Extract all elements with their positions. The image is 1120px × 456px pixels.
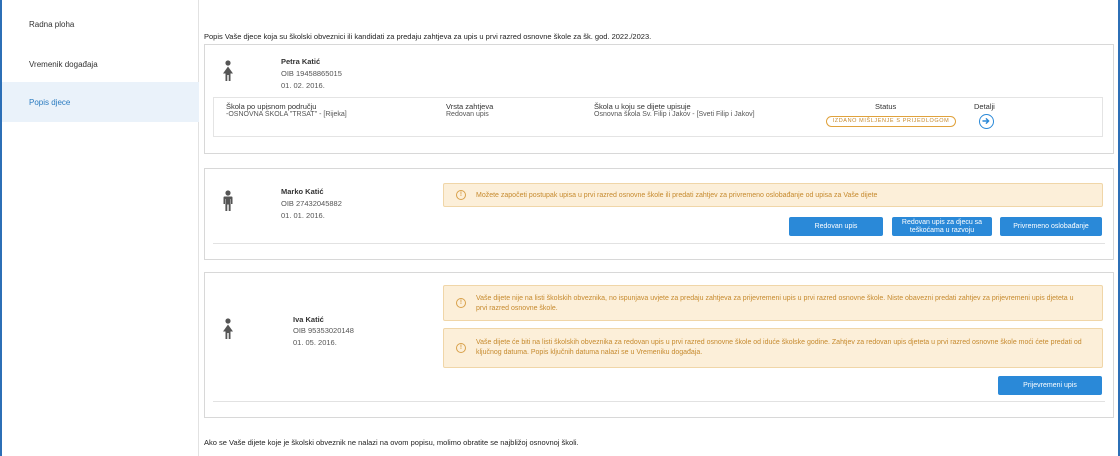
- child-dob: 01. 02. 2016.: [281, 81, 325, 90]
- child-card-petra: Petra Katić OIB 19458865015 01. 02. 2016…: [204, 44, 1114, 154]
- girl-icon: [223, 60, 233, 81]
- temporary-exemption-button[interactable]: Privremeno oslobađanje: [1000, 217, 1102, 236]
- girl-icon: [223, 318, 233, 339]
- school-enrolled-value: Osnovna škola Sv. Filip i Jakov - [Sveti…: [594, 111, 755, 118]
- sidebar: Radna ploha Vremenik događaja Popis djec…: [2, 0, 199, 456]
- request-type-value: Redovan upis: [446, 111, 489, 118]
- child-name: Marko Katić: [281, 187, 324, 196]
- alert-text: Možete započeti postupak upisa u prvi ra…: [476, 192, 878, 199]
- details-button[interactable]: [979, 114, 994, 129]
- page-intro: Popis Vaše djece koja su školski obvezni…: [204, 32, 652, 41]
- info-icon: !: [456, 190, 466, 200]
- school-area-value: -OSNOVNA ŠKOLA "TRSAT" - [Rijeka]: [226, 111, 347, 118]
- col-header-status: Status: [875, 102, 897, 111]
- col-header-request-type: Vrsta zahtjeva: [446, 102, 494, 111]
- child-name: Petra Katić: [281, 57, 321, 66]
- early-enrollment-alert: ! Vaše dijete nije na listi školskih obv…: [443, 285, 1103, 321]
- special-needs-enrollment-button[interactable]: Redovan upis za djecu sa teškoćama u raz…: [892, 217, 992, 236]
- sidebar-item-vremenik-dogadaja[interactable]: Vremenik događaja: [2, 44, 199, 84]
- sidebar-item-label: Popis djece: [29, 97, 71, 107]
- boy-icon: [223, 190, 233, 211]
- child-oib: OIB 27432045882: [281, 199, 342, 208]
- arrow-right-icon: [982, 118, 990, 124]
- sidebar-item-label: Radna ploha: [29, 19, 75, 29]
- col-header-school-enrolled: Škola u koju se dijete upisuje: [594, 102, 691, 111]
- sidebar-item-label: Vremenik događaja: [29, 59, 98, 69]
- alert-text: Vaše dijete nije na listi školskih obvez…: [476, 295, 1074, 312]
- sidebar-item-popis-djece[interactable]: Popis djece: [2, 82, 199, 122]
- footer-note: Ako se Vaše dijete koje je školski obvez…: [204, 438, 579, 447]
- info-alert: ! Možete započeti postupak upisa u prvi …: [443, 183, 1103, 207]
- child-dob: 01. 05. 2016.: [293, 338, 337, 347]
- child-card-marko: Marko Katić OIB 27432045882 01. 01. 2016…: [204, 168, 1114, 260]
- early-enrollment-button[interactable]: Prijevremeni upis: [998, 376, 1102, 395]
- info-icon: !: [456, 298, 466, 308]
- regular-enrollment-button[interactable]: Redovan upis: [789, 217, 883, 236]
- col-header-details: Detalji: [974, 102, 995, 111]
- child-card-iva: Iva Katić OIB 95353020148 01. 05. 2016. …: [204, 272, 1114, 418]
- application-row: Škola po upisnom području -OSNOVNA ŠKOLA…: [213, 97, 1103, 137]
- sidebar-item-radna-ploha[interactable]: Radna ploha: [2, 4, 199, 44]
- status-badge: IZDANO MIŠLJENJE S PRIJEDLOGOM: [826, 116, 956, 127]
- regular-enrollment-alert: ! Vaše dijete će biti na listi školskih …: [443, 328, 1103, 368]
- main-content: Popis Vaše djece koja su školski obvezni…: [204, 0, 1116, 456]
- child-name: Iva Katić: [293, 315, 324, 324]
- alert-text: Vaše dijete će biti na listi školskih ob…: [476, 339, 1082, 356]
- child-oib: OIB 95353020148: [293, 326, 354, 335]
- card-divider: [213, 243, 1105, 244]
- child-dob: 01. 01. 2016.: [281, 211, 325, 220]
- info-icon: !: [456, 343, 466, 353]
- child-oib: OIB 19458865015: [281, 69, 342, 78]
- col-header-school-area: Škola po upisnom području: [226, 102, 317, 111]
- card-divider: [213, 401, 1105, 402]
